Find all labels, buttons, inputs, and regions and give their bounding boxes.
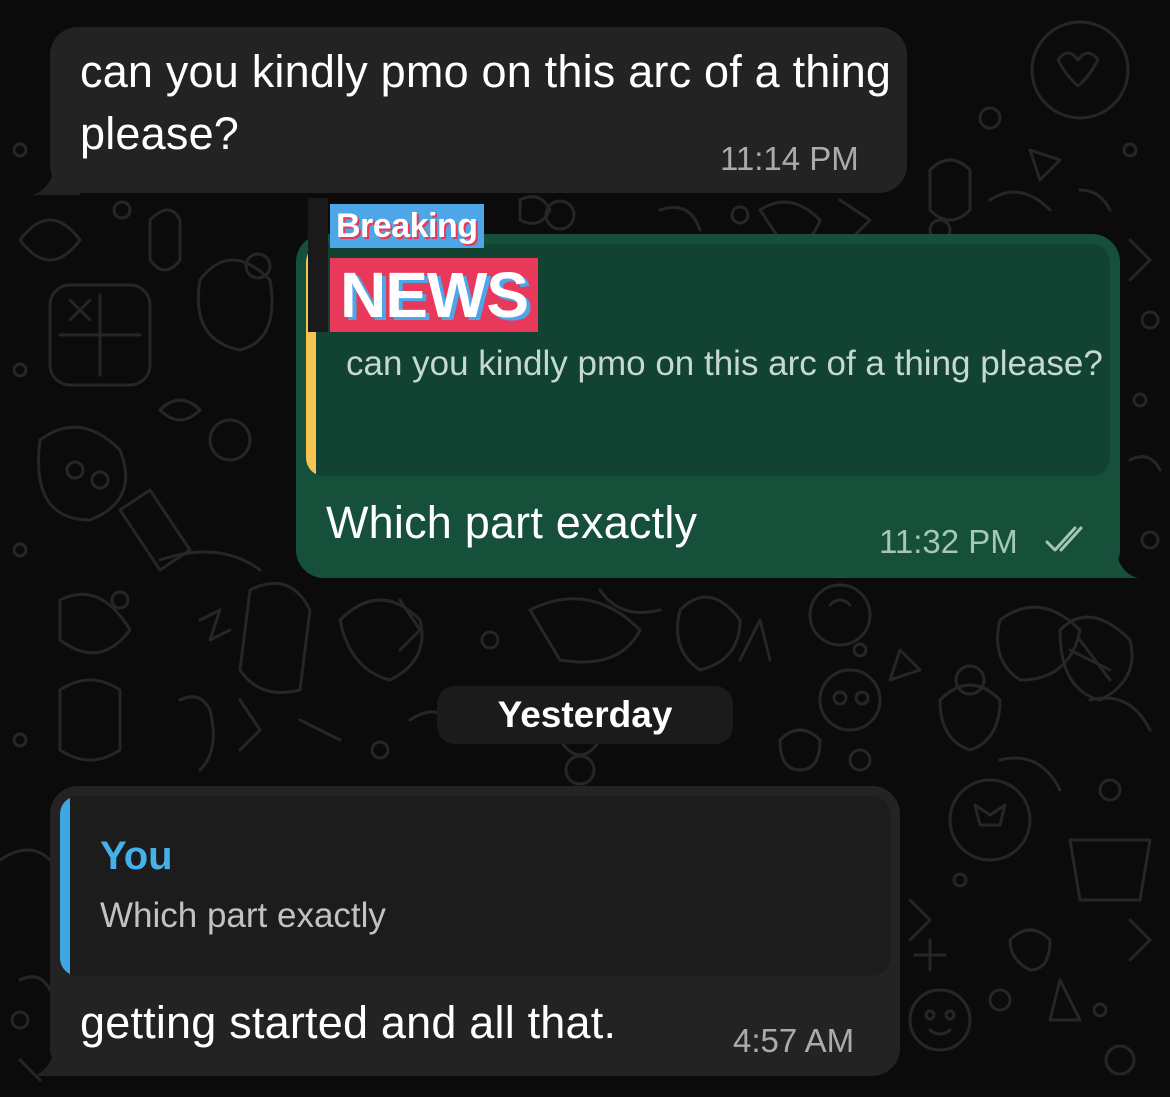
reply-quote-text: Which part exactly	[100, 896, 386, 935]
reply-quote[interactable]: You Which part exactly	[60, 796, 890, 976]
message-text: Which part exactly	[326, 497, 698, 548]
double-check-icon	[1045, 526, 1083, 552]
breaking-sticker-label: Breaking	[330, 204, 484, 248]
reply-quote-author: You	[100, 834, 173, 878]
message-bubble-incoming[interactable]: You Which part exactly getting started a…	[50, 786, 900, 1076]
message-time: 4:57 AM	[733, 1022, 855, 1059]
reply-quote-text: can you kindly pmo on this arc of a thin…	[346, 344, 1103, 383]
message-text: getting started and all that.	[80, 997, 617, 1048]
message-bubble-incoming[interactable]: can you kindly pmo on this arc of a thin…	[50, 27, 907, 193]
reply-quote-bar	[60, 796, 70, 976]
date-separator: Yesterday	[437, 686, 733, 744]
sticker-pole	[308, 198, 328, 332]
message-time: 11:32 PM	[879, 523, 1018, 560]
message-time: 11:14 PM	[720, 140, 859, 177]
news-sticker-label: NEWS	[330, 258, 538, 332]
